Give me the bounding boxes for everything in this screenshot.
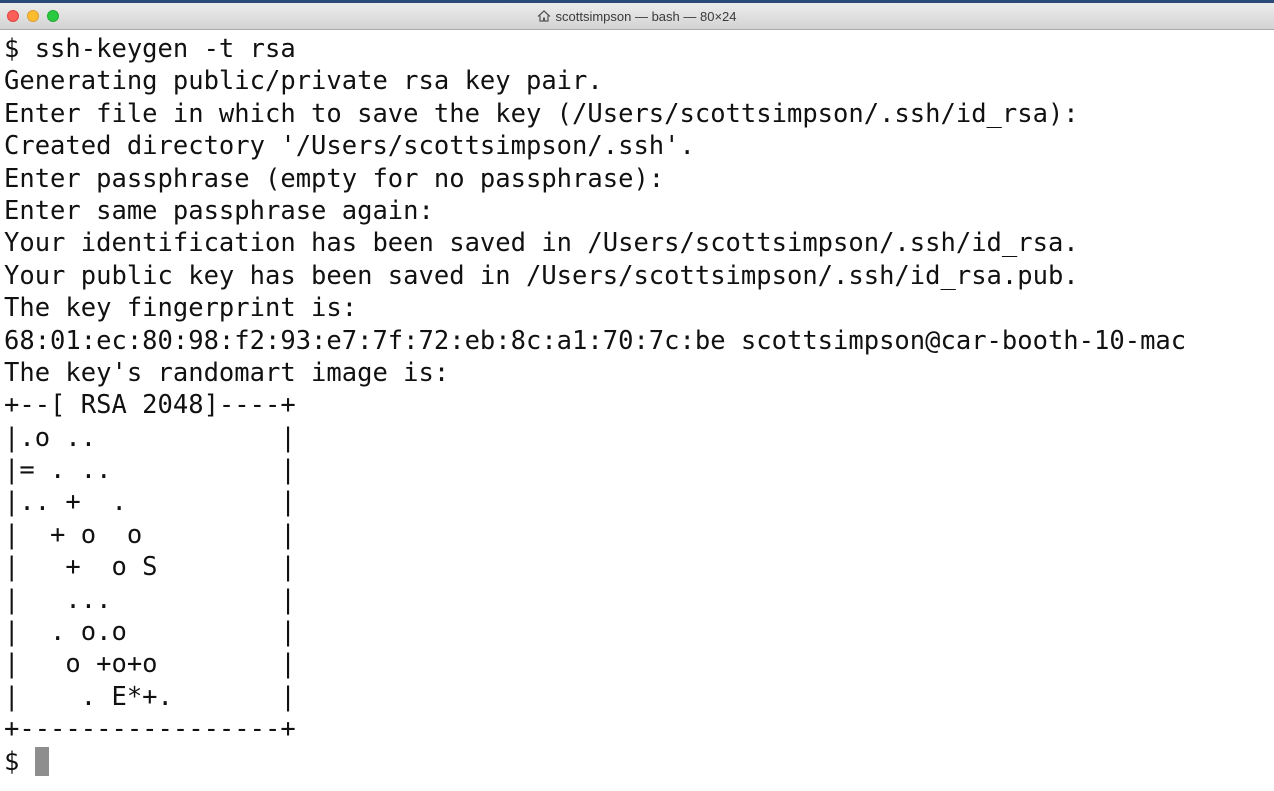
title-bar[interactable]: scottsimpson — bash — 80×24 — [0, 3, 1274, 30]
fingerprint-line: 68:01:ec:80:98:f2:93:e7:7f:72:eb:8c:a1:7… — [4, 325, 1187, 356]
terminal-line: Your identification has been saved in /U… — [4, 228, 1079, 259]
window-title: scottsimpson — bash — 80×24 — [555, 8, 737, 24]
terminal-line: Generating public/private rsa key pair. — [4, 66, 603, 97]
randomart-line: | . E*+. | — [4, 681, 296, 712]
terminal-line: Enter passphrase (empty for no passphras… — [4, 163, 665, 194]
terminal-line: Your public key has been saved in /Users… — [4, 260, 1079, 291]
terminal-line: The key fingerprint is: — [4, 293, 358, 324]
terminal-window: scottsimpson — bash — 80×24 $ ssh-keygen… — [0, 0, 1274, 791]
randomart-line: | + o o | — [4, 519, 296, 550]
shell-prompt: $ — [4, 746, 35, 777]
home-icon — [538, 10, 551, 22]
randomart-line: +--[ RSA 2048]----+ — [4, 390, 296, 421]
terminal-line: Created directory '/Users/scottsimpson/.… — [4, 131, 695, 162]
randomart-line: | ... | — [4, 584, 296, 615]
terminal-line: $ ssh-keygen -t rsa — [4, 34, 296, 64]
window-title-area: scottsimpson — bash — 80×24 — [0, 3, 1274, 29]
randomart-line: |= . .. | — [4, 455, 296, 486]
randomart-line: +-----------------+ — [4, 714, 296, 745]
randomart-line: | o +o+o | — [4, 649, 296, 680]
terminal-output[interactable]: $ ssh-keygen -t rsa Generating public/pr… — [0, 31, 1274, 791]
terminal-line: Enter file in which to save the key (/Us… — [4, 98, 1079, 129]
terminal-line: The key's randomart image is: — [4, 357, 450, 388]
terminal-line: Enter same passphrase again: — [4, 195, 434, 226]
text-cursor — [34, 746, 49, 776]
randomart-line: |.. + . | — [4, 487, 296, 518]
randomart-line: | + o S | — [4, 552, 296, 583]
prompt-line[interactable]: $ — [4, 746, 1274, 778]
randomart-line: | . o.o | — [4, 617, 296, 648]
randomart-line: |.o .. | — [4, 422, 296, 453]
